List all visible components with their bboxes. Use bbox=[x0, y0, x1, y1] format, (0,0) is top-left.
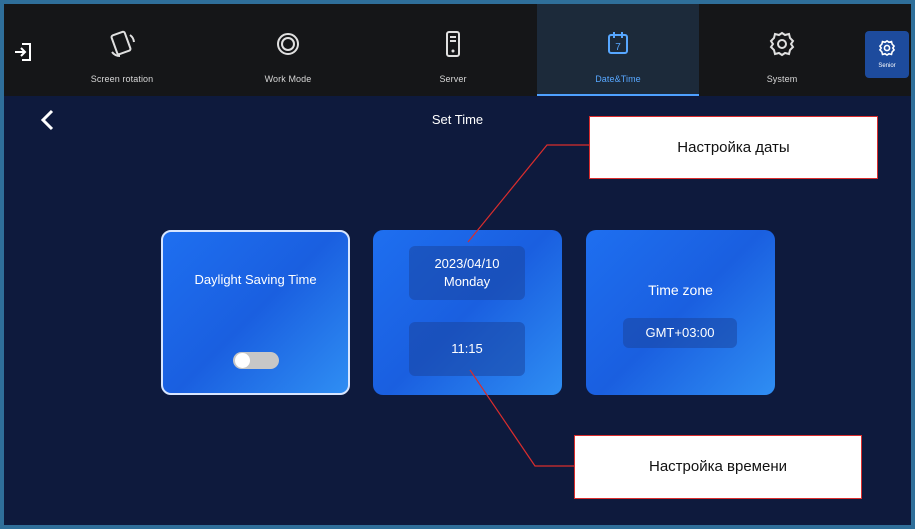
tab-label: Work Mode bbox=[264, 74, 312, 84]
date-time-card: 2023/04/10 Monday 11:15 bbox=[373, 230, 562, 395]
time-button[interactable]: 11:15 bbox=[409, 322, 525, 376]
tab-server[interactable]: Server bbox=[395, 4, 511, 96]
senior-label: Senior bbox=[878, 63, 896, 69]
tab-label: Server bbox=[439, 74, 467, 84]
calendar-day-text: 7 bbox=[615, 42, 621, 53]
time-zone-card: Time zone GMT+03:00 bbox=[586, 230, 775, 395]
toggle-knob bbox=[235, 353, 250, 368]
daylight-saving-card: Daylight Saving Time bbox=[161, 230, 350, 395]
tab-system[interactable]: System bbox=[724, 4, 840, 96]
tab-label: Screen rotation bbox=[90, 74, 154, 84]
work-mode-icon bbox=[230, 30, 346, 58]
top-navigation-bar: Screen rotation Work Mode Server 7 Date&… bbox=[4, 4, 911, 96]
date-setting-callout: Настройка даты bbox=[589, 116, 878, 179]
date-callout-line bbox=[467, 144, 589, 243]
time-zone-value: GMT+03:00 bbox=[645, 325, 715, 340]
date-value: 2023/04/10 bbox=[434, 256, 500, 271]
daylight-saving-label: Daylight Saving Time bbox=[194, 272, 317, 287]
exit-icon[interactable] bbox=[12, 40, 36, 64]
tab-label: Date&Time bbox=[595, 74, 641, 84]
tab-date-time[interactable]: 7 Date&Time bbox=[537, 4, 699, 96]
screen-rotation-icon bbox=[64, 30, 180, 58]
tab-label: System bbox=[766, 74, 798, 84]
daylight-saving-toggle[interactable] bbox=[233, 352, 279, 369]
tab-screen-rotation[interactable]: Screen rotation bbox=[64, 4, 180, 96]
time-zone-button[interactable]: GMT+03:00 bbox=[623, 318, 737, 348]
gear-icon bbox=[724, 30, 840, 58]
calendar-icon: 7 bbox=[537, 30, 699, 58]
time-setting-callout: Настройка времени bbox=[574, 435, 862, 499]
app-window: Screen rotation Work Mode Server 7 Date&… bbox=[0, 0, 915, 529]
time-zone-label: Time zone bbox=[648, 282, 713, 298]
gear-icon bbox=[865, 39, 909, 57]
tab-work-mode[interactable]: Work Mode bbox=[230, 4, 346, 96]
active-tab-underline bbox=[537, 94, 699, 96]
senior-button[interactable]: Senior bbox=[865, 31, 909, 78]
date-button[interactable]: 2023/04/10 Monday bbox=[409, 246, 525, 300]
weekday-value: Monday bbox=[443, 274, 491, 289]
server-icon bbox=[395, 30, 511, 58]
time-value: 11:15 bbox=[451, 341, 483, 356]
